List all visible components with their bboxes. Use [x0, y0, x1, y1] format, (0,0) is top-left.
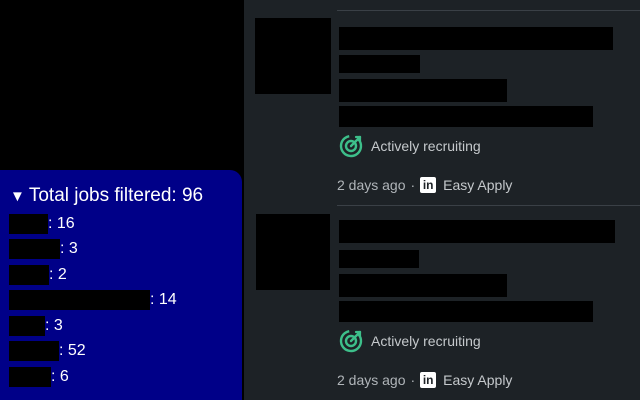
filter-summary-label: Total jobs filtered: 96 — [28, 185, 204, 206]
job-list-divider — [337, 10, 640, 11]
filter-row: : 2 — [9, 265, 67, 285]
job-location-redacted — [339, 79, 507, 102]
filter-count: : 3 — [60, 240, 78, 257]
redacted-company-name — [9, 341, 59, 361]
job-meta-row: 2 days ago · in Easy Apply — [337, 175, 512, 195]
filter-count: : 16 — [48, 215, 75, 232]
redacted-company-name — [9, 290, 150, 310]
company-logo[interactable] — [255, 18, 331, 94]
easy-apply-label: Easy Apply — [443, 177, 513, 193]
filter-count: : 3 — [45, 317, 63, 334]
job-title-redacted[interactable] — [339, 220, 615, 243]
actively-recruiting-badge: Actively recruiting — [339, 134, 481, 158]
filter-count: : 2 — [49, 266, 67, 283]
filter-count: : 52 — [59, 342, 86, 359]
filter-summary-toggle[interactable]: ▼ Total jobs filtered: 96 — [10, 184, 203, 209]
filter-row: : 14 — [9, 290, 177, 310]
screen: ▼ Total jobs filtered: 96 : 16 : 3 : 2 : … — [0, 0, 640, 400]
actively-recruiting-badge: Actively recruiting — [339, 329, 481, 353]
redacted-company-name — [9, 316, 45, 336]
filter-row: : 3 — [9, 239, 78, 259]
posted-time: 2 days ago — [337, 177, 406, 193]
filter-row: : 16 — [9, 214, 75, 234]
meta-separator: · — [410, 177, 416, 193]
filter-count: : 14 — [150, 291, 177, 308]
filter-count: : 6 — [51, 368, 69, 385]
filter-row: : 52 — [9, 341, 86, 361]
meta-separator: · — [410, 372, 416, 388]
linkedin-icon: in — [420, 177, 437, 193]
status-text: Actively recruiting — [371, 138, 481, 154]
status-text: Actively recruiting — [371, 333, 481, 349]
job-insight-redacted — [339, 106, 593, 127]
job-meta-row: 2 days ago · in Easy Apply — [337, 370, 512, 390]
filter-row: : 6 — [9, 367, 69, 387]
target-icon — [339, 134, 363, 158]
company-name-redacted — [339, 250, 419, 268]
redacted-company-name — [9, 367, 51, 387]
redacted-company-name — [9, 214, 48, 234]
caret-down-icon: ▼ — [10, 188, 25, 205]
filter-row: : 3 — [9, 316, 63, 336]
linkedin-icon: in — [420, 372, 437, 388]
company-name-redacted — [339, 55, 420, 73]
job-insight-redacted — [339, 301, 593, 322]
company-logo[interactable] — [256, 214, 330, 290]
easy-apply-label: Easy Apply — [443, 372, 513, 388]
posted-time: 2 days ago — [337, 372, 406, 388]
jobs-filter-panel: ▼ Total jobs filtered: 96 : 16 : 3 : 2 : … — [0, 170, 242, 400]
job-list-divider — [337, 205, 640, 206]
redacted-company-name — [9, 239, 60, 259]
target-icon — [339, 329, 363, 353]
job-title-redacted[interactable] — [339, 27, 613, 50]
redacted-company-name — [9, 265, 49, 285]
job-location-redacted — [339, 274, 507, 297]
